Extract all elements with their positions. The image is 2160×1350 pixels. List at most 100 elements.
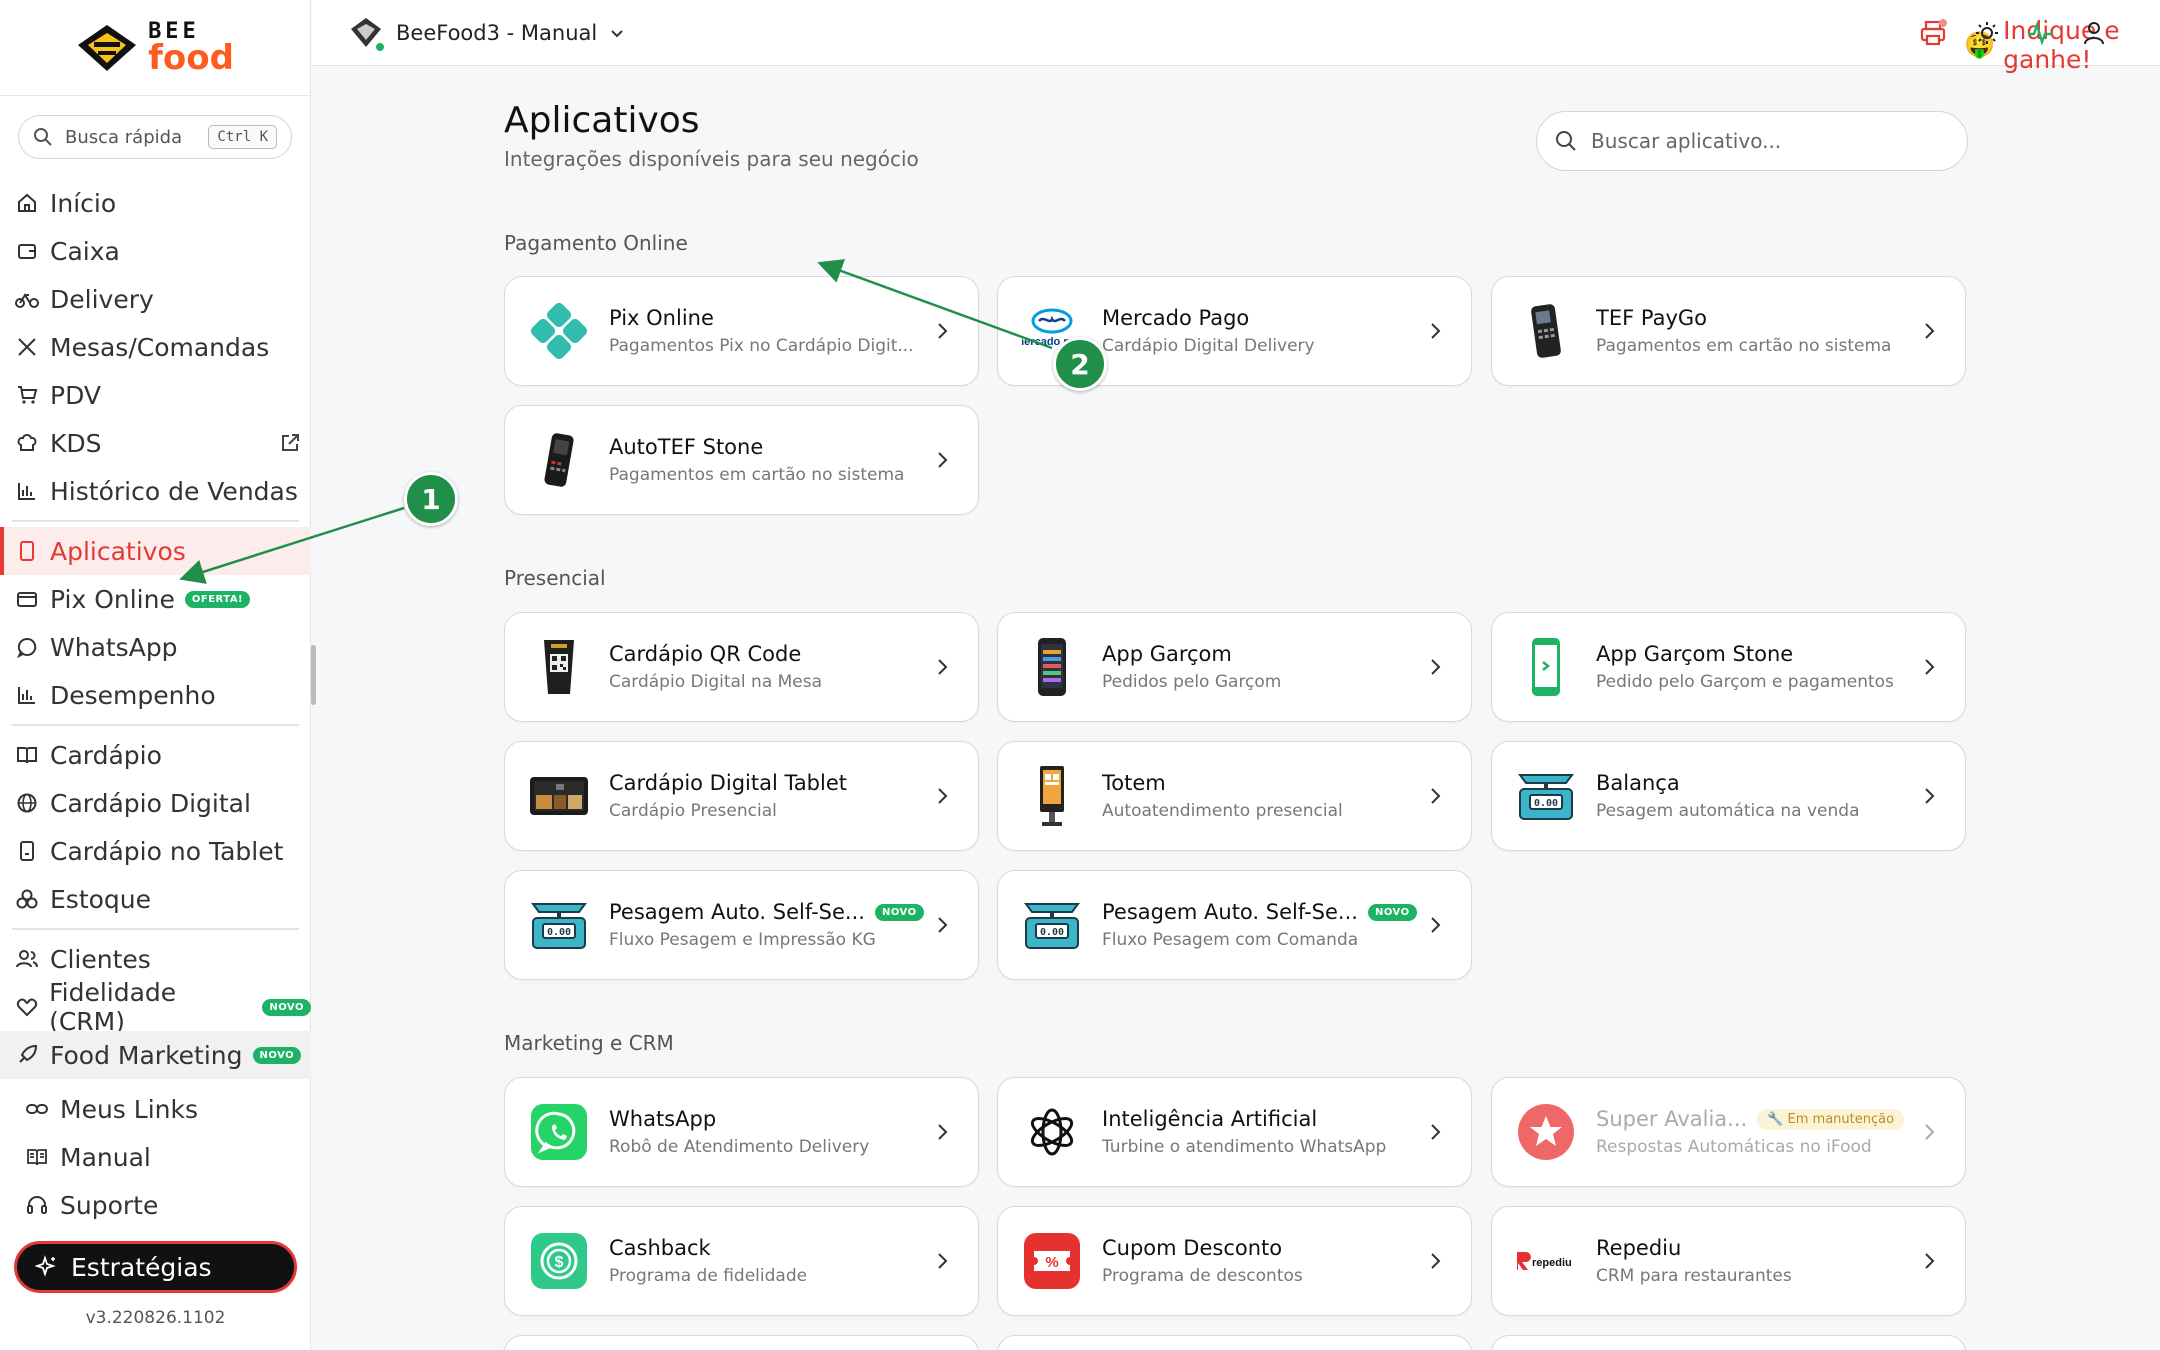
app-card-ia[interactable]: Inteligência Artificial Turbine o atendim… bbox=[997, 1077, 1472, 1187]
app-search-input[interactable] bbox=[1591, 129, 1931, 153]
chevron-right-icon bbox=[938, 788, 948, 804]
chevron-right-icon bbox=[938, 452, 948, 468]
scale-display: 0.00 bbox=[1534, 798, 1558, 809]
new-badge: NOVO bbox=[262, 998, 311, 1016]
app-card-cupom[interactable]: % Cupom Desconto Programa de descontos bbox=[997, 1206, 1472, 1316]
sidebar-item-label: Cardápio no Tablet bbox=[50, 836, 284, 866]
app-desc: Pedido pelo Garçom e pagamentos bbox=[1596, 672, 1894, 692]
app-card-totem[interactable]: Totem Autoatendimento presencial bbox=[997, 741, 1472, 851]
sidebar-item-mesas[interactable]: Mesas/Comandas bbox=[0, 323, 311, 371]
strategies-label: Estratégias bbox=[71, 1252, 212, 1282]
sun-icon[interactable] bbox=[1972, 18, 2002, 48]
sidebar-item-cardapio[interactable]: Cardápio bbox=[0, 731, 311, 779]
app-card-partial[interactable] bbox=[997, 1335, 1472, 1350]
app-card-app-garcom[interactable]: App Garçom Pedidos pelo Garçom bbox=[997, 612, 1472, 722]
scale-icon: 0.00 bbox=[527, 893, 591, 957]
app-card-autotef-stone[interactable]: AutoTEF Stone Pagamentos em cartão no sis… bbox=[504, 405, 979, 515]
link-icon bbox=[24, 1096, 50, 1122]
sidebar-item-pix-online[interactable]: Pix Online OFERTA! bbox=[0, 575, 311, 623]
page-subtitle: Integrações disponíveis para seu negócio bbox=[504, 147, 919, 171]
wallet-icon bbox=[14, 238, 40, 264]
sidebar-item-cardapio-tablet[interactable]: Cardápio no Tablet bbox=[0, 827, 311, 875]
app-desc: Programa de descontos bbox=[1102, 1266, 1303, 1286]
app-card-cardapio-tablet[interactable]: Cardápio Digital Tablet Cardápio Presenci… bbox=[504, 741, 979, 851]
app-card-cardapio-qr[interactable]: Cardápio QR Code Cardápio Digital na Mesa bbox=[504, 612, 979, 722]
printer-icon[interactable] bbox=[1918, 18, 1948, 48]
sidebar-scrollbar[interactable] bbox=[311, 645, 316, 705]
chevron-right-icon bbox=[938, 1253, 948, 1269]
sidebar-item-desempenho[interactable]: Desempenho bbox=[0, 671, 311, 719]
app-card-repediu[interactable]: repediu Repediu CRM para restaurantes bbox=[1491, 1206, 1966, 1316]
sidebar-item-inicio[interactable]: Início bbox=[0, 179, 311, 227]
page-title: Aplicativos bbox=[504, 100, 700, 141]
kiosk-icon bbox=[1020, 764, 1084, 828]
app-card-partial[interactable] bbox=[504, 1335, 979, 1350]
sidebar-item-whatsapp[interactable]: WhatsApp bbox=[0, 623, 311, 671]
sidebar-item-historico[interactable]: Histórico de Vendas bbox=[0, 467, 311, 515]
app-desc: Cardápio Digital Delivery bbox=[1102, 336, 1315, 356]
sidebar-item-meus-links[interactable]: Meus Links bbox=[10, 1085, 311, 1133]
strategies-button[interactable]: Estratégias bbox=[14, 1241, 297, 1293]
app-card-cashback[interactable]: $ Cashback Programa de fidelidade bbox=[504, 1206, 979, 1316]
scale-icon: 0.00 bbox=[1020, 893, 1084, 957]
sidebar-item-label: Suporte bbox=[60, 1190, 159, 1220]
sidebar-item-cardapio-digital[interactable]: Cardápio Digital bbox=[0, 779, 311, 827]
sidebar-item-clientes[interactable]: Clientes bbox=[0, 935, 311, 983]
app-title: Mercado Pago bbox=[1102, 306, 1250, 330]
annotation-marker-2: 2 bbox=[1053, 337, 1107, 391]
sidebar-item-food-marketing[interactable]: Food Marketing NOVO bbox=[0, 1031, 311, 1079]
app-card-super-avaliacao[interactable]: Super Avalia... 🔧 Em manutenção Respostas … bbox=[1491, 1077, 1966, 1187]
version-label: v3.220826.1102 bbox=[85, 1308, 226, 1328]
user-icon[interactable] bbox=[2079, 18, 2109, 48]
heart-icon bbox=[14, 994, 39, 1020]
quick-search[interactable]: Busca rápida Ctrl K bbox=[18, 115, 292, 159]
utensils-icon bbox=[14, 334, 40, 360]
store-selector[interactable]: BeeFood3 - Manual bbox=[348, 15, 625, 53]
external-link-icon bbox=[279, 431, 301, 460]
sidebar-item-fidelidade[interactable]: Fidelidade (CRM) NOVO bbox=[0, 978, 311, 1036]
app-card-pesagem-kg[interactable]: 0.00 Pesagem Auto. Self-Se... NOVO Fluxo P… bbox=[504, 870, 979, 980]
activity-icon[interactable] bbox=[2025, 18, 2055, 48]
chevron-right-icon bbox=[1431, 323, 1441, 339]
sidebar-item-label: Manual bbox=[60, 1142, 151, 1172]
rocket-icon bbox=[14, 1042, 40, 1068]
app-title: Totem bbox=[1102, 771, 1166, 795]
chevron-right-icon bbox=[1431, 1124, 1441, 1140]
divider bbox=[12, 928, 299, 930]
sidebar-item-caixa[interactable]: Caixa bbox=[0, 227, 311, 275]
app-title: Cupom Desconto bbox=[1102, 1236, 1283, 1260]
phone-app-icon bbox=[1020, 635, 1084, 699]
sidebar-item-delivery[interactable]: Delivery bbox=[0, 275, 311, 323]
sidebar-item-label: Desempenho bbox=[50, 680, 216, 710]
sidebar-item-manual[interactable]: Manual bbox=[10, 1133, 311, 1181]
app-card-app-garcom-stone[interactable]: App Garçom Stone Pedido pelo Garçom e pag… bbox=[1491, 612, 1966, 722]
chevron-right-icon bbox=[1431, 917, 1441, 933]
new-badge: NOVO bbox=[874, 903, 924, 921]
sidebar-item-label: Aplicativos bbox=[50, 536, 186, 566]
app-card-partial[interactable] bbox=[1491, 1335, 1966, 1350]
logo[interactable]: BEE food bbox=[0, 0, 310, 96]
sidebar-item-kds[interactable]: KDS bbox=[0, 419, 311, 467]
sidebar-item-label: Meus Links bbox=[60, 1094, 198, 1124]
app-card-pesagem-comanda[interactable]: 0.00 Pesagem Auto. Self-Se... NOVO Fluxo P… bbox=[997, 870, 1472, 980]
sidebar-item-estoque[interactable]: Estoque bbox=[0, 875, 311, 923]
app-title: Inteligência Artificial bbox=[1102, 1107, 1318, 1131]
app-card-tef-paygo[interactable]: TEF PayGo Pagamentos em cartão no sistema bbox=[1491, 276, 1966, 386]
sidebar-item-aplicativos[interactable]: Aplicativos bbox=[0, 527, 311, 575]
section-title-pagamento: Pagamento Online bbox=[504, 231, 688, 255]
sidebar-item-pdv[interactable]: PDV bbox=[0, 371, 311, 419]
app-desc: Respostas Automáticas no iFood bbox=[1596, 1137, 1872, 1157]
chevron-right-icon bbox=[1925, 788, 1935, 804]
app-search[interactable] bbox=[1536, 111, 1968, 171]
app-desc: Turbine o atendimento WhatsApp bbox=[1102, 1137, 1387, 1157]
cart-icon bbox=[14, 382, 40, 408]
sidebar-item-suporte[interactable]: Suporte bbox=[10, 1181, 311, 1229]
app-title: TEF PayGo bbox=[1596, 306, 1707, 330]
sidebar-item-label: Início bbox=[50, 188, 117, 218]
app-card-balanca[interactable]: 0.00 Balança Pesagem automática na venda bbox=[1491, 741, 1966, 851]
bar-chart-icon bbox=[14, 682, 40, 708]
app-card-pix-online[interactable]: Pix Online Pagamentos Pix no Cardápio Dig… bbox=[504, 276, 979, 386]
chevron-right-icon bbox=[1431, 659, 1441, 675]
app-desc: Cardápio Presencial bbox=[609, 801, 777, 821]
app-card-whatsapp[interactable]: WhatsApp Robô de Atendimento Delivery bbox=[504, 1077, 979, 1187]
